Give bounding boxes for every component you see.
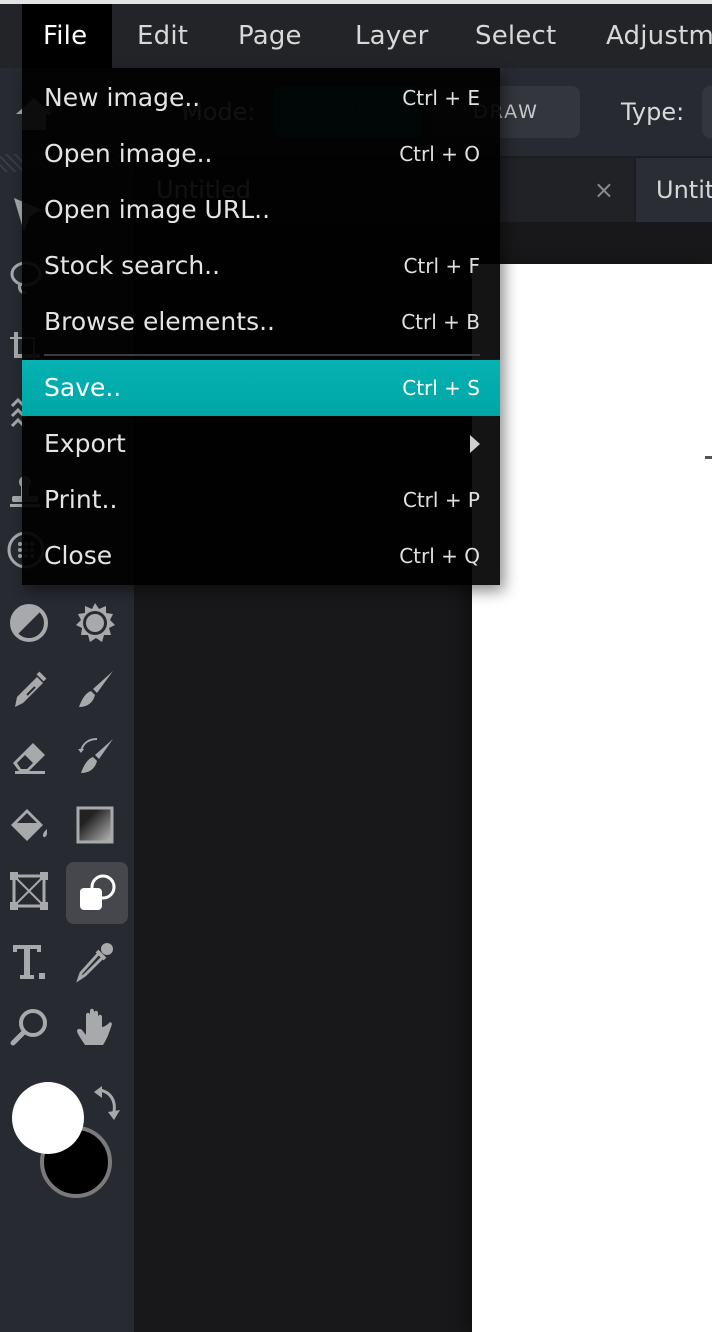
eyedropper-icon[interactable] (66, 932, 124, 990)
brush-icon[interactable] (66, 660, 124, 718)
menu-item-label: Open image URL.. (44, 195, 271, 224)
menu-item-browse-elements[interactable]: Browse elements.. Ctrl + B (22, 294, 500, 350)
menu-item-shortcut: Ctrl + S (402, 376, 480, 400)
gradient-icon[interactable] (66, 796, 124, 854)
eraser-icon[interactable] (0, 726, 58, 784)
menu-item-label: Open image.. (44, 139, 213, 168)
shape-transform-icon[interactable] (0, 862, 58, 920)
tab-title: Untitled (656, 176, 712, 204)
file-menu-dropdown: New image.. Ctrl + E Open image.. Ctrl +… (22, 68, 500, 585)
menu-item-shortcut: Ctrl + P (402, 488, 480, 512)
menu-file[interactable]: File (22, 4, 112, 68)
swap-colors-icon[interactable] (90, 1086, 122, 1122)
paint-bucket-icon[interactable] (0, 796, 58, 854)
hand-icon[interactable] (66, 998, 124, 1056)
brightness-icon[interactable] (66, 594, 124, 652)
menu-item-label: New image.. (44, 83, 201, 112)
replace-color-brush-icon[interactable] (66, 726, 124, 784)
close-tab-icon[interactable]: × (594, 158, 614, 222)
menu-item-label: Stock search.. (44, 251, 221, 280)
menu-item-export[interactable]: Export (22, 416, 500, 472)
menu-item-label: Browse elements.. (44, 307, 275, 336)
menubar: File Edit Page Layer Select Adjustments (0, 4, 712, 68)
menu-item-close[interactable]: Close Ctrl + Q (22, 528, 500, 584)
menu-item-label: Export (44, 429, 126, 458)
menu-layer[interactable]: Layer (355, 4, 429, 68)
menu-item-label: Close (44, 541, 113, 570)
tab-untitled-2[interactable]: Untitled (636, 158, 712, 222)
menu-item-open-image[interactable]: Open image.. Ctrl + O (22, 126, 500, 182)
zoom-icon[interactable] (0, 998, 58, 1056)
shapes-icon[interactable] (66, 862, 128, 924)
menu-adjustments[interactable]: Adjustments (606, 4, 712, 68)
menu-edit[interactable]: Edit (137, 4, 188, 68)
foreground-color-swatch[interactable] (12, 1082, 84, 1154)
menu-item-open-image-url[interactable]: Open image URL.. (22, 182, 500, 238)
menu-item-shortcut: Ctrl + O (399, 142, 480, 166)
type-select[interactable] (702, 86, 712, 138)
menu-item-print[interactable]: Print.. Ctrl + P (22, 472, 500, 528)
menu-item-save[interactable]: Save.. Ctrl + S (22, 360, 500, 416)
menu-item-stock-search[interactable]: Stock search.. Ctrl + F (22, 238, 500, 294)
menu-select[interactable]: Select (475, 4, 556, 68)
text-icon[interactable] (0, 932, 58, 990)
pencil-icon[interactable] (0, 660, 58, 718)
menu-item-shortcut: Ctrl + Q (399, 544, 480, 568)
menu-item-label: Save.. (44, 373, 122, 402)
menu-item-shortcut: Ctrl + E (402, 86, 480, 110)
contrast-icon[interactable] (0, 594, 58, 652)
submenu-arrow-icon (470, 435, 480, 453)
menu-item-label: Print.. (44, 485, 118, 514)
menu-item-new-image[interactable]: New image.. Ctrl + E (22, 70, 500, 126)
menu-item-shortcut: Ctrl + B (401, 310, 480, 334)
menu-separator (44, 354, 480, 356)
menu-item-shortcut: Ctrl + F (403, 254, 480, 278)
canvas[interactable] (472, 264, 712, 1332)
menu-page[interactable]: Page (238, 4, 302, 68)
type-label: Type: (621, 98, 685, 126)
canvas-content-mark (705, 456, 712, 459)
